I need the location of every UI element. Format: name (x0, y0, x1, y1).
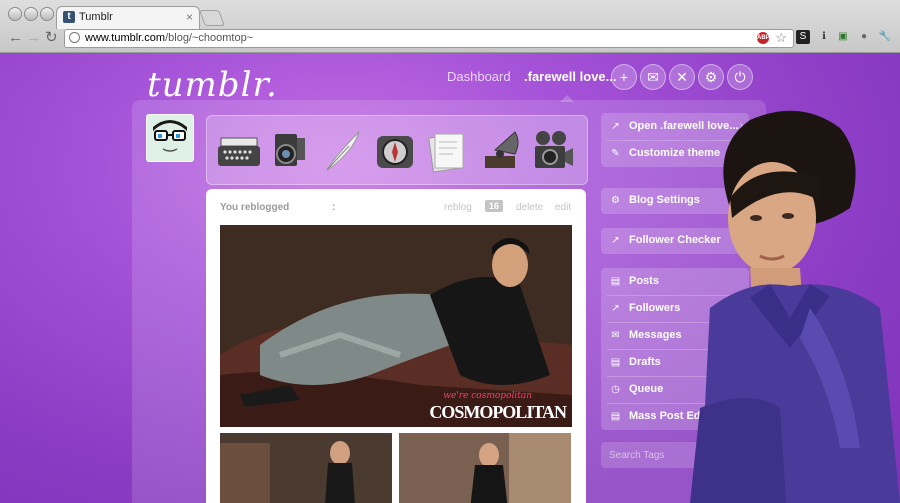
document-icon: ▤ (610, 411, 621, 422)
edit-link[interactable]: edit (555, 202, 571, 213)
typewriter-text-icon[interactable] (215, 124, 263, 176)
avatar-face-icon (147, 115, 193, 161)
window-minimize-button[interactable] (24, 7, 38, 21)
extension-info-icon[interactable]: ℹ (817, 30, 831, 44)
nav-dashboard-link[interactable]: Dashboard (447, 69, 511, 84)
browser-chrome: t Tumblr × ← → ↻ www.tumblr.com/blog/~ch… (0, 0, 900, 53)
browser-tab[interactable]: t Tumblr × (56, 6, 200, 29)
chart-icon: ↗ (611, 235, 620, 246)
reload-button[interactable]: ↻ (45, 30, 58, 45)
man-portrait-image (690, 110, 900, 503)
window-zoom-button[interactable] (40, 7, 54, 21)
post-type-toolbar (206, 115, 588, 185)
extension-circle-icon[interactable]: ● (857, 30, 871, 44)
theme-background-figure (690, 108, 900, 503)
tab-close-icon[interactable]: × (186, 10, 193, 24)
extension-translate-icon[interactable]: ▣ (836, 30, 850, 44)
gear-icon[interactable]: ⚙ (698, 64, 724, 90)
tumblr-page: tumblr. Dashboard .farewell love... + ✉ … (0, 53, 900, 503)
activity-icon[interactable]: ✕ (669, 64, 695, 90)
nav-blog-link[interactable]: .farewell love... (524, 69, 617, 84)
clock-icon: ◷ (611, 384, 620, 395)
magazine-name: COSMOPOLITAN (429, 402, 567, 422)
tumblr-favicon-icon: t (63, 11, 75, 23)
bookmark-star-icon[interactable]: ☆ (775, 30, 787, 46)
gramophone-audio-icon[interactable] (475, 124, 523, 176)
globe-icon (69, 32, 80, 43)
chart-icon: ↗ (611, 303, 620, 314)
plus-icon[interactable]: + (611, 64, 637, 90)
wrench-icon[interactable]: 🔧 (878, 30, 892, 44)
adblock-icon[interactable]: ABP (757, 32, 770, 44)
quill-quote-icon[interactable] (319, 124, 367, 176)
back-button[interactable]: ← (8, 30, 23, 45)
compass-link-icon[interactable] (371, 124, 419, 176)
url-text: www.tumblr.com/blog/~choomtop~ (85, 32, 254, 44)
movie-camera-video-icon[interactable] (527, 124, 575, 176)
document-icon: ▤ (610, 357, 621, 368)
post-header: You reblogged (220, 202, 290, 213)
document-icon: ▤ (610, 276, 621, 287)
post-header-colon: : (332, 202, 336, 213)
notes-count-badge[interactable]: 16 (485, 200, 503, 212)
window-close-button[interactable] (8, 7, 22, 21)
power-icon[interactable]: ⏻ (727, 64, 753, 90)
mail-icon: ✉ (611, 330, 620, 341)
sidebar-item-label: Drafts (629, 356, 661, 368)
extension-s-icon[interactable]: S (796, 30, 810, 44)
new-tab-button[interactable] (199, 10, 225, 26)
post-thumb-photo-2[interactable] (399, 433, 571, 503)
magazine-tagline: we're cosmopolitan (443, 391, 532, 401)
gear-icon: ⚙ (611, 195, 620, 206)
avatar[interactable] (146, 114, 194, 162)
post-card: You reblogged : reblog 16 delete edit we… (206, 189, 586, 503)
external-link-icon: ↗ (611, 121, 620, 132)
sidebar-item-label: Posts (629, 275, 659, 287)
mail-icon[interactable]: ✉ (640, 64, 666, 90)
sidebar-item-label: Queue (629, 383, 664, 395)
post-thumb-photo-1[interactable] (220, 433, 392, 503)
camera-photo-icon[interactable] (267, 124, 315, 176)
sidebar-item-label: Followers (629, 302, 681, 314)
forward-button[interactable]: → (26, 30, 41, 45)
sidebar-item-label: Messages (629, 329, 682, 341)
post-main-photo[interactable]: we're cosmopolitan COSMOPOLITAN (220, 225, 572, 427)
tab-title: Tumblr (79, 11, 113, 23)
tumblr-logo[interactable]: tumblr. (147, 65, 278, 105)
delete-link[interactable]: delete (516, 202, 543, 213)
address-bar[interactable]: www.tumblr.com/blog/~choomtop~ ABP ☆ (64, 29, 794, 48)
wrench-icon: ✎ (611, 148, 620, 159)
papers-chat-icon[interactable] (423, 124, 471, 176)
reblog-link[interactable]: reblog (444, 202, 472, 213)
